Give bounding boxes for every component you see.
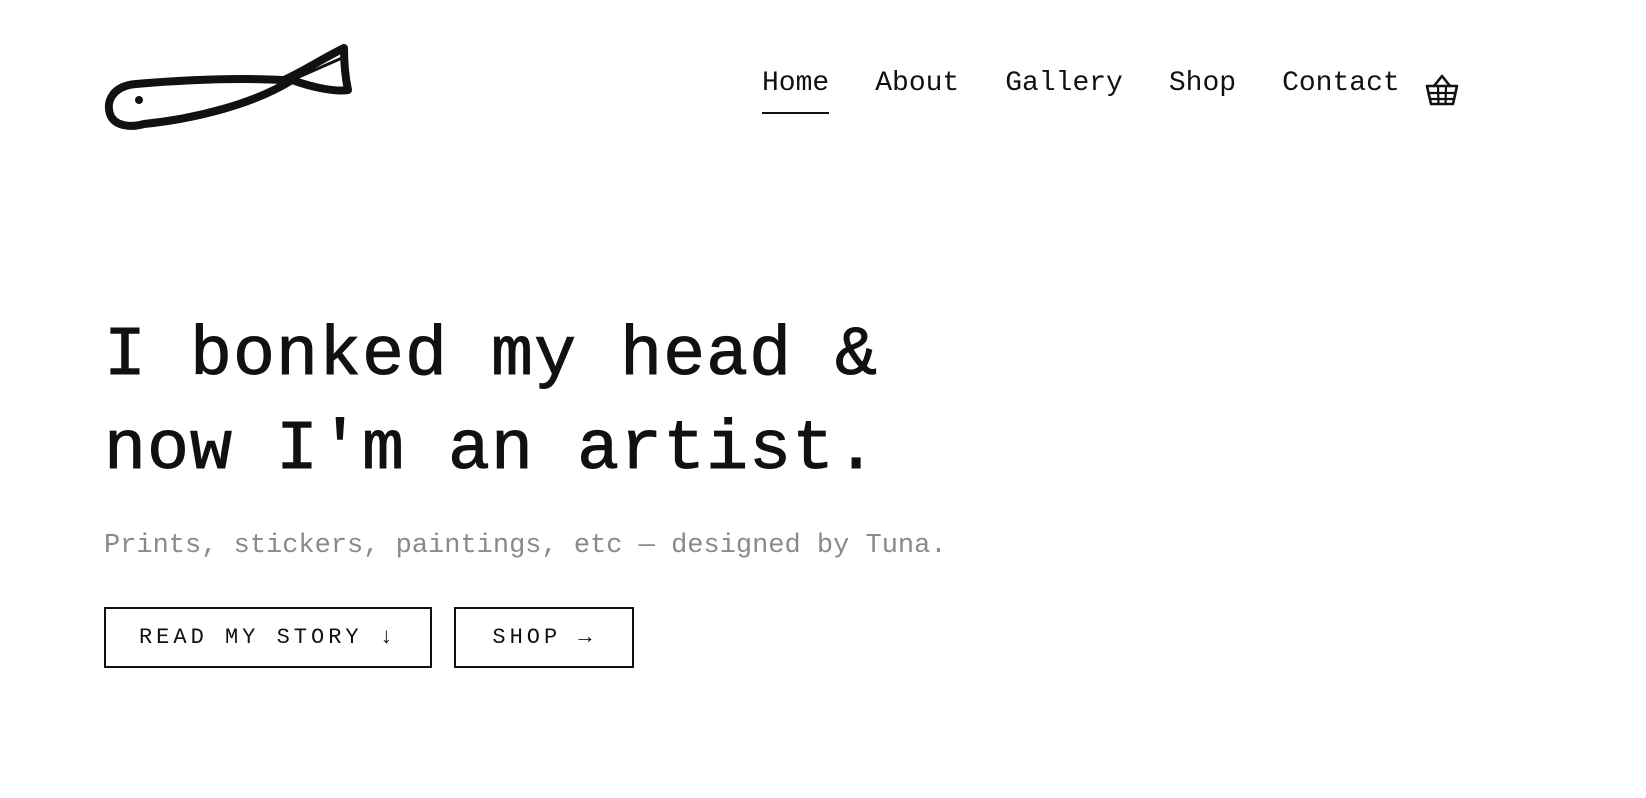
read-my-story-button[interactable]: READ MY STORY ↓: [104, 607, 432, 668]
hero-subtitle: Prints, stickers, paintings, etc — desig…: [104, 531, 947, 561]
shop-button[interactable]: SHOP →: [454, 607, 634, 668]
hero-title-line-1: I bonked my head &: [104, 317, 879, 397]
hero-title: I bonked my head & now I'm an artist.: [104, 310, 1004, 498]
nav-shop-link[interactable]: Shop: [1169, 68, 1236, 114]
nav-home-link[interactable]: Home: [762, 68, 830, 114]
nav-gallery-link[interactable]: Gallery: [1005, 68, 1123, 114]
nav-contact-link[interactable]: Contact: [1282, 68, 1400, 114]
fish-logo-icon[interactable]: [104, 44, 354, 136]
hero-title-line-2: now I'm an artist.: [104, 411, 879, 491]
basket-icon[interactable]: [1424, 72, 1460, 108]
nav-about-link[interactable]: About: [875, 68, 959, 114]
main-navigation: Home About Gallery Shop Contact: [762, 68, 1446, 114]
